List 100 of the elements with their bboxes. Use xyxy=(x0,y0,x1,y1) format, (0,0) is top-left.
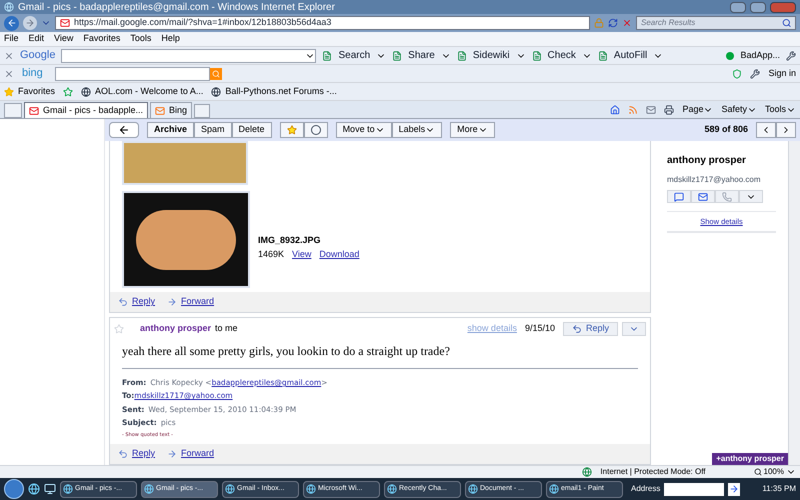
command-menu[interactable]: Safety xyxy=(721,102,757,116)
print-icon[interactable] xyxy=(664,104,674,114)
toolbar-icon xyxy=(392,50,402,60)
tab-mail-icon xyxy=(155,106,166,116)
wrench-icon[interactable] xyxy=(786,50,796,60)
forward-icon xyxy=(167,297,178,307)
command-menu[interactable]: Tools xyxy=(764,102,796,116)
menu-item[interactable]: Help xyxy=(161,32,180,46)
stop-icon[interactable] xyxy=(622,18,632,28)
search-input[interactable]: Search Results xyxy=(641,17,782,29)
favorite-link[interactable]: AOL.com - Welcome to A... xyxy=(81,84,204,98)
app-icon xyxy=(549,484,559,494)
previous-button[interactable] xyxy=(756,122,776,138)
mail-icon xyxy=(698,192,708,202)
toolbar-menu[interactable]: Move to xyxy=(336,122,392,138)
back-arrow-icon xyxy=(6,18,16,28)
chat-icon xyxy=(674,192,684,202)
app-icon xyxy=(225,484,235,494)
add-favorite-icon[interactable] xyxy=(63,86,74,96)
star-button[interactable] xyxy=(280,122,304,138)
start-button[interactable] xyxy=(4,479,24,499)
message-action-link[interactable]: Reply xyxy=(118,446,156,460)
menu-item[interactable]: Tools xyxy=(130,32,152,46)
mail-icon[interactable] xyxy=(646,104,656,114)
new-tab-button[interactable] xyxy=(194,104,210,118)
app-icon xyxy=(63,484,73,494)
message-action-link[interactable]: Reply xyxy=(118,295,156,309)
attachment-link[interactable]: View xyxy=(292,248,312,261)
back-button[interactable] xyxy=(109,122,139,138)
browser-tab[interactable]: Bing xyxy=(150,102,192,118)
close-icon[interactable] xyxy=(4,68,14,78)
toolbar-button[interactable]: AutoFill xyxy=(610,48,652,64)
favorite-link[interactable]: Ball-Pythons.net Forums -... xyxy=(211,84,337,98)
toolbar-button[interactable]: Search xyxy=(334,48,374,64)
menu-item[interactable]: Favorites xyxy=(83,32,120,46)
app-icon xyxy=(306,484,316,494)
email-button[interactable] xyxy=(691,190,715,203)
search-button[interactable] xyxy=(210,68,222,80)
go-button[interactable] xyxy=(728,482,740,496)
taskbar-address-field[interactable] xyxy=(664,482,724,496)
browser-icon xyxy=(4,2,14,12)
star-icon[interactable] xyxy=(114,324,124,334)
toolbar-search-field[interactable] xyxy=(61,48,316,62)
contact-name: anthony prosper xyxy=(667,154,747,168)
toolbar-button[interactable]: Spam xyxy=(194,122,232,138)
wrench-icon[interactable] xyxy=(750,68,760,78)
browser-icon[interactable] xyxy=(28,483,40,495)
favorites-button[interactable]: Favorites xyxy=(4,84,56,98)
account-button[interactable]: BadApp... xyxy=(740,48,780,62)
toolbar-button[interactable]: Archive xyxy=(147,122,194,138)
toolbar-button[interactable]: Delete xyxy=(232,122,272,138)
menu-item[interactable]: File xyxy=(4,32,19,46)
search-field[interactable]: Search Results xyxy=(636,16,796,30)
maximize-button[interactable] xyxy=(750,2,766,12)
toolbar-button[interactable]: Check xyxy=(544,48,580,64)
minus-button[interactable] xyxy=(304,122,328,138)
close-button[interactable] xyxy=(770,2,796,12)
search-icon[interactable] xyxy=(782,18,791,28)
command-menu[interactable]: Page xyxy=(682,102,714,116)
toolbar-logo: Google xyxy=(20,48,56,64)
toolbar-menu[interactable]: More xyxy=(450,122,495,138)
sign-in-link[interactable]: Sign in xyxy=(768,66,796,80)
app-icon xyxy=(387,484,397,494)
back-arrow-icon xyxy=(118,124,130,136)
attachment-link[interactable]: Download xyxy=(319,248,360,261)
message-action-link[interactable]: Forward xyxy=(167,446,214,460)
toolbar-button[interactable]: Sidewiki xyxy=(468,48,514,64)
phone-icon xyxy=(722,192,732,202)
desktop-icon[interactable] xyxy=(44,483,56,495)
minimize-button[interactable] xyxy=(730,2,746,12)
refresh-icon[interactable] xyxy=(608,18,618,28)
toolbar-button[interactable]: Share xyxy=(404,48,439,64)
attachment-size: 1469K xyxy=(258,248,284,260)
feed-icon[interactable] xyxy=(628,104,638,114)
chat-chip[interactable]: +anthony prosper xyxy=(712,453,788,465)
quick-tabs-button[interactable] xyxy=(4,103,22,118)
mail-icon xyxy=(60,18,70,28)
zoom-button[interactable]: 100% xyxy=(754,466,796,478)
chat-button[interactable] xyxy=(667,190,691,203)
address-field[interactable]: https://mail.google.com/mail/?shva=1#inbox/12b18803b56d4aa3 xyxy=(55,16,590,30)
zoom-icon xyxy=(754,468,762,476)
home-icon[interactable] xyxy=(610,104,620,114)
bing-search-field[interactable] xyxy=(54,66,210,80)
close-icon[interactable] xyxy=(4,50,14,60)
go-arrow-icon xyxy=(729,484,740,494)
menu-item[interactable]: Edit xyxy=(28,32,44,46)
toolbar-menu[interactable]: Labels xyxy=(392,122,442,138)
attachment-filename: IMG_8932.JPG xyxy=(258,234,322,247)
message-date: 9/15/10 xyxy=(524,322,555,336)
browser-tab[interactable]: Gmail - pics - badapple... xyxy=(24,102,148,118)
zone-text: Internet | Protected Mode: Off xyxy=(600,466,706,478)
toolbar-icon xyxy=(598,50,608,60)
scrollbar[interactable] xyxy=(788,141,800,465)
menu-item[interactable]: View xyxy=(54,32,74,46)
toolbar-icon xyxy=(532,50,542,60)
toolbar-logo: bing xyxy=(22,66,43,82)
reply-button[interactable]: Reply xyxy=(562,322,618,336)
forward-button[interactable] xyxy=(23,16,37,30)
message-action-link[interactable]: Forward xyxy=(167,295,214,309)
next-button[interactable] xyxy=(776,122,796,138)
